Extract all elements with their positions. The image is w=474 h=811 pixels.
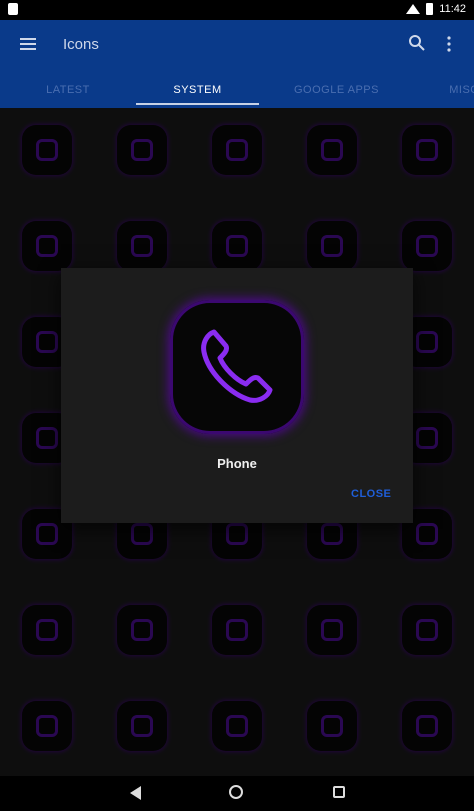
recents-icon[interactable] xyxy=(333,786,345,798)
home-icon[interactable] xyxy=(229,785,243,799)
tab-latest[interactable]: LATEST xyxy=(0,78,136,108)
phone-icon xyxy=(170,300,304,434)
menu-icon[interactable] xyxy=(20,38,36,52)
close-button[interactable]: CLOSE xyxy=(351,488,391,500)
wifi-icon xyxy=(406,4,421,14)
notification-icon xyxy=(8,3,18,15)
tab-misc[interactable]: MISC xyxy=(414,78,474,108)
search-icon[interactable] xyxy=(408,34,426,52)
tab-bar: LATEST SYSTEM GOOGLE APPS MISC xyxy=(0,78,474,108)
status-bar: 11:42 xyxy=(0,0,474,20)
overflow-icon[interactable] xyxy=(446,36,452,52)
status-time: 11:42 xyxy=(439,3,466,15)
tab-google-apps[interactable]: GOOGLE APPS xyxy=(259,78,414,108)
page-title: Icons xyxy=(63,36,99,53)
back-icon[interactable] xyxy=(130,786,141,800)
app-bar: Icons LATEST SYSTEM GOOGLE APPS MISC xyxy=(0,20,474,108)
icon-preview-dialog: Phone CLOSE xyxy=(61,268,413,523)
tab-system[interactable]: SYSTEM xyxy=(136,78,259,108)
navigation-bar xyxy=(0,776,474,811)
battery-icon xyxy=(426,3,434,15)
dialog-app-name: Phone xyxy=(217,456,257,471)
tab-indicator xyxy=(136,103,259,105)
